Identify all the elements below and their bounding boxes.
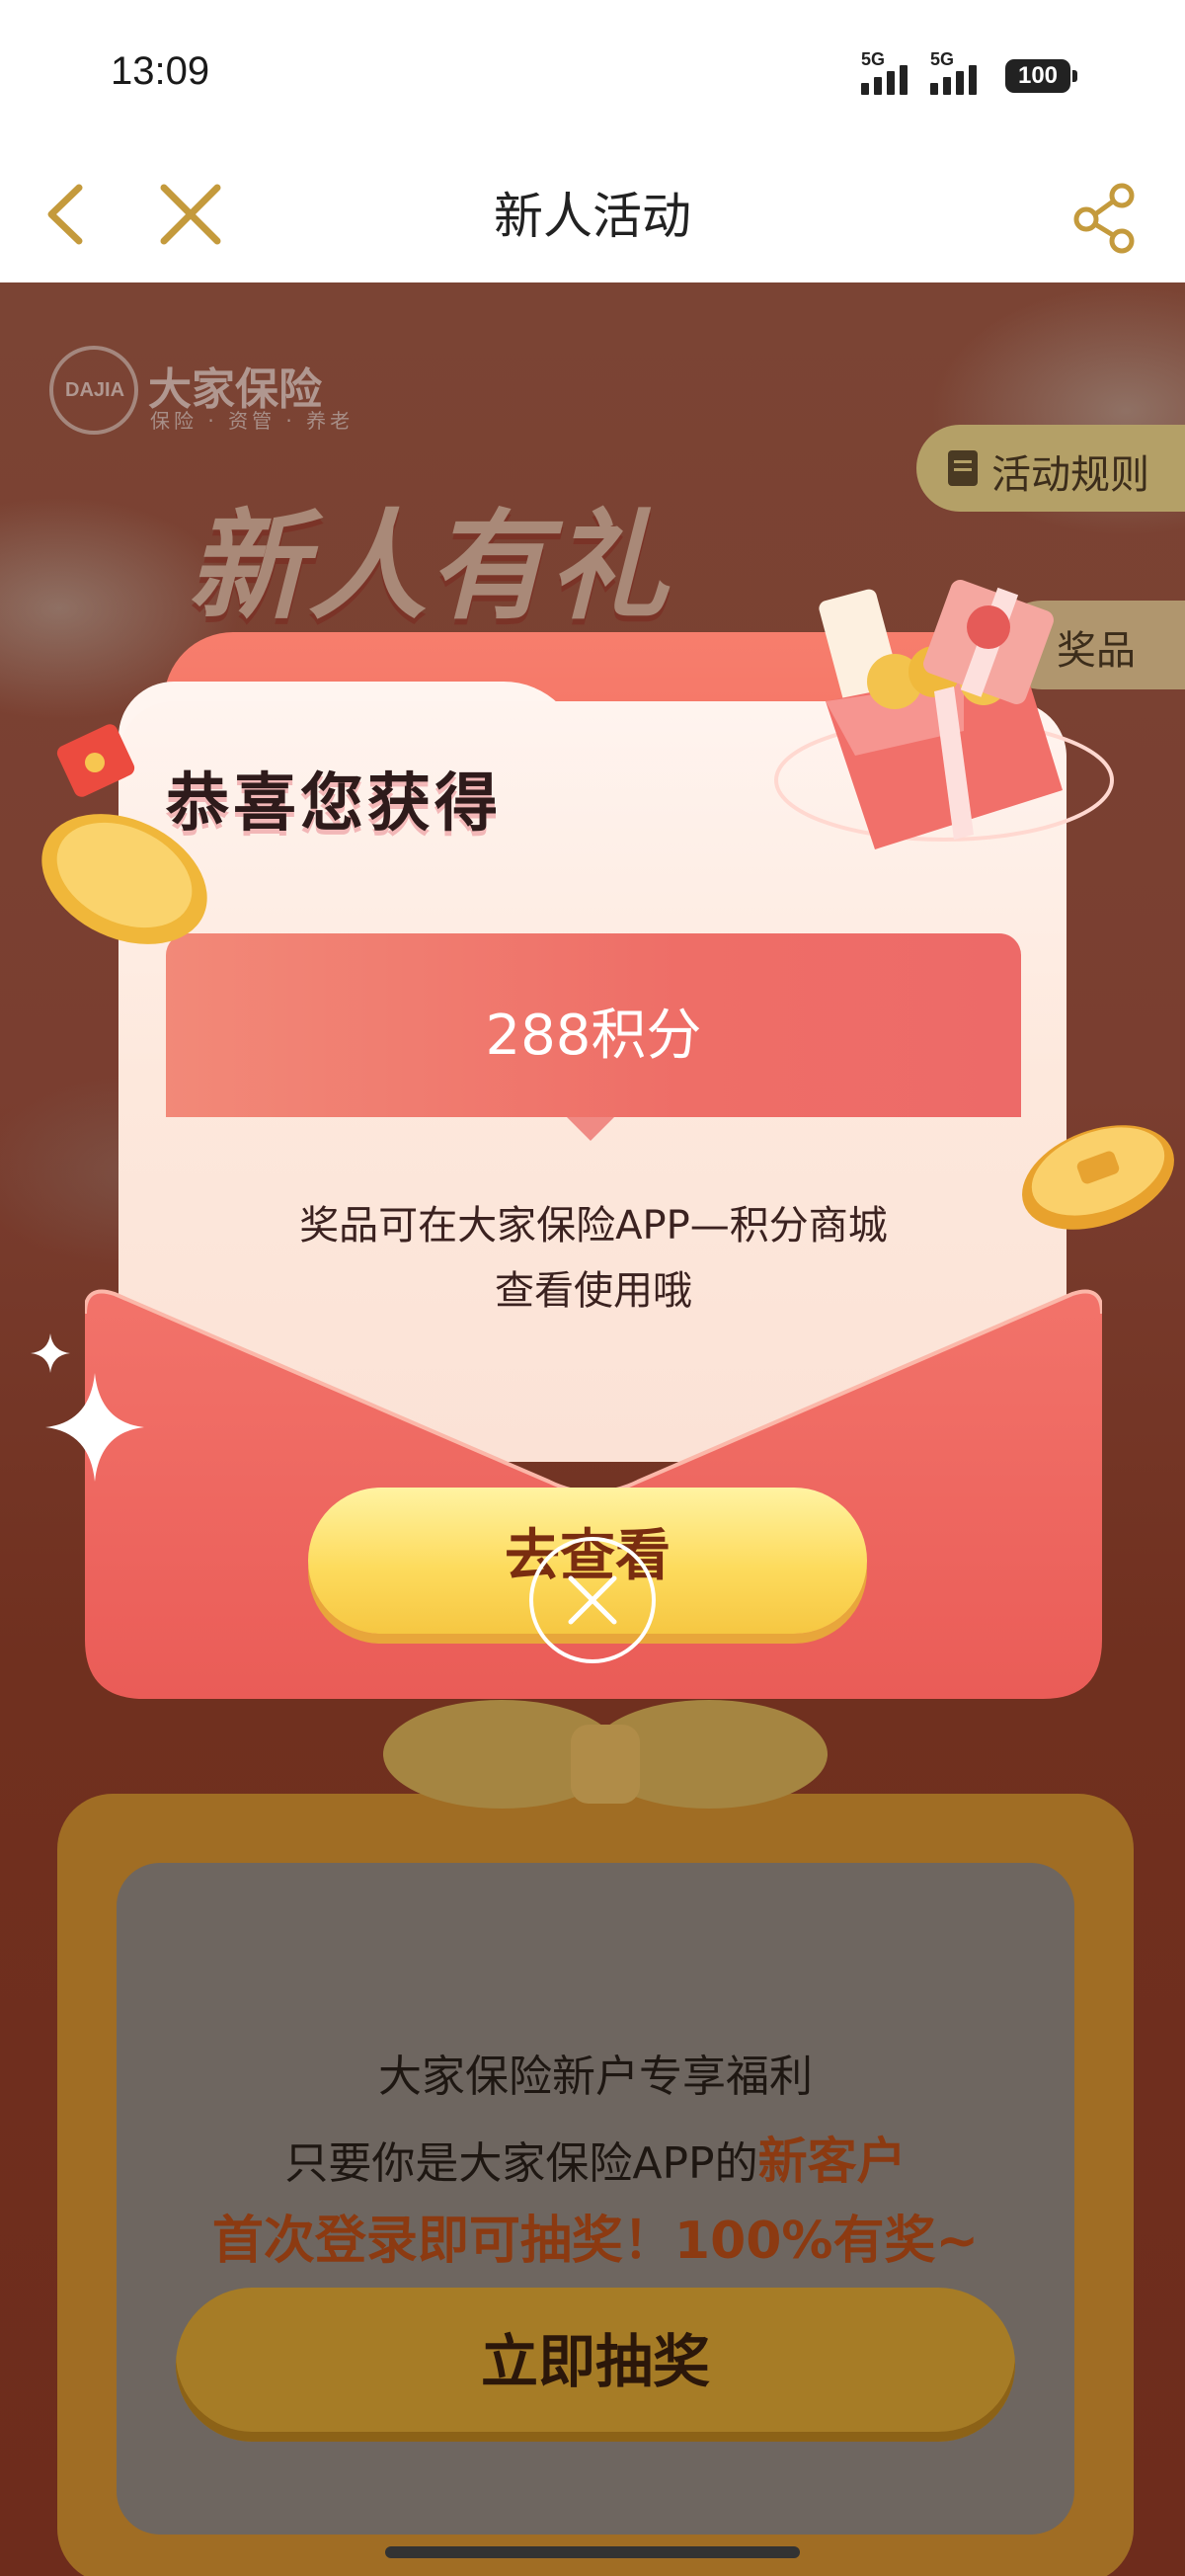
new-customer-text: 只要你是大家保险APP的新客户 [284, 2133, 907, 2190]
gift-box-icon [774, 580, 1114, 849]
share-icon[interactable] [1065, 178, 1144, 257]
prize-amount: 288积分 [485, 1004, 702, 1068]
battery-icon: 100 [1005, 59, 1077, 93]
lottery-promo-text: 首次登录即可抽奖！100%有奖~ [211, 2212, 980, 2271]
ribbon-bow-icon [383, 1700, 828, 1809]
ribbon-notch [567, 1117, 614, 1141]
page-title: 新人活动 [494, 188, 691, 245]
welfare-text: 大家保险新户专享福利 [378, 2052, 813, 2102]
brand-logo: DAJIA 大家保险 保险 · 资管 · 养老 [49, 346, 365, 435]
brand-slogan: 保险 · 资管 · 养老 [150, 409, 355, 433]
prize-ribbon: 288积分 [166, 933, 1021, 1117]
modal-close-button[interactable] [529, 1537, 656, 1663]
lottery-card-inner: 大家保险新户专享福利 只要你是大家保险APP的新客户 首次登录即可抽奖！100%… [117, 1863, 1074, 2535]
home-indicator[interactable] [385, 2546, 800, 2558]
status-time: 13:09 [111, 49, 210, 93]
congrats-title: 恭喜您获得 [166, 767, 502, 841]
signal-icon-2: 5G [930, 49, 989, 95]
close-icon [568, 1575, 617, 1625]
lottery-card: 大家保险新户专享福利 只要你是大家保险APP的新客户 首次登录即可抽奖！100%… [57, 1700, 1134, 2576]
draw-now-button[interactable]: 立即抽奖 [176, 2288, 1015, 2442]
activity-rules-button[interactable]: 活动规则 [916, 425, 1185, 512]
gold-coin-icon-2 [1022, 1125, 1174, 1230]
activity-rules-label: 活动规则 [991, 452, 1149, 498]
gold-coin-icon [41, 814, 207, 944]
headline-title: 新人有礼 [188, 499, 670, 636]
document-icon [948, 450, 978, 486]
nav-bar: 新人活动 [0, 150, 1185, 282]
red-envelope-icon [56, 724, 135, 797]
status-bar: 13:09 5G 5G 100 [0, 0, 1185, 150]
prize-description-line1: 奖品可在大家保险APP—积分商城 [299, 1203, 888, 1248]
sparkle-icon [31, 1333, 144, 1482]
signal-icon: 5G [861, 49, 920, 95]
